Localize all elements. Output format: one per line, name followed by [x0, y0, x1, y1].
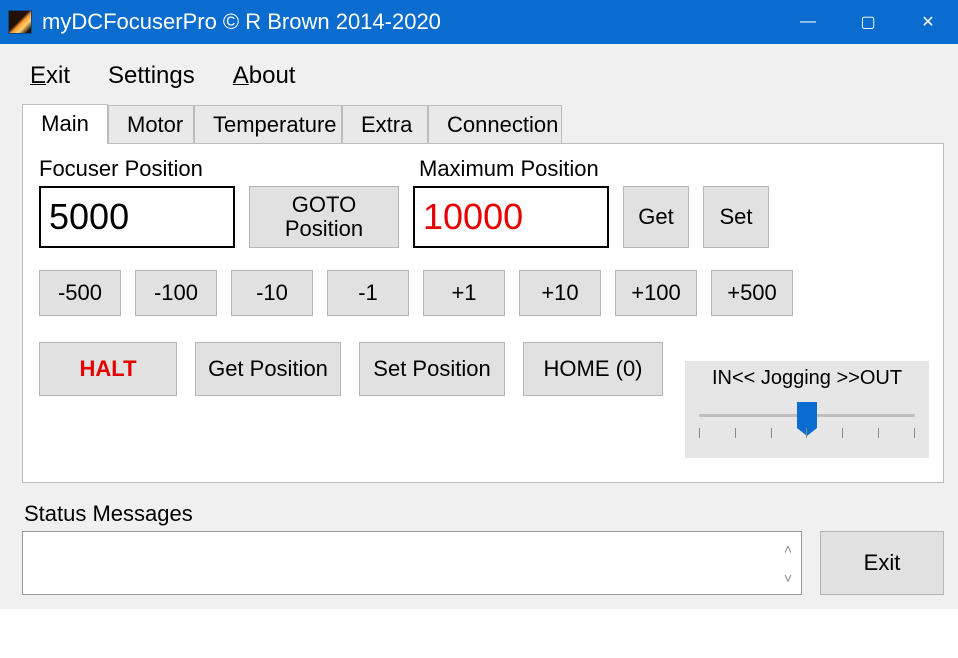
- step-plus-500-button[interactable]: +500: [711, 270, 793, 316]
- step-minus-500-button[interactable]: -500: [39, 270, 121, 316]
- set-max-button[interactable]: Set: [703, 186, 769, 248]
- status-messages-box[interactable]: ˄ ˅: [22, 531, 802, 595]
- set-position-button[interactable]: Set Position: [359, 342, 505, 396]
- focuser-position-label: Focuser Position: [39, 156, 419, 182]
- halt-button[interactable]: HALT: [39, 342, 177, 396]
- menu-about[interactable]: About: [233, 62, 296, 90]
- home-button[interactable]: HOME (0): [523, 342, 663, 396]
- get-max-button[interactable]: Get: [623, 186, 689, 248]
- minimize-button[interactable]: —: [778, 0, 838, 44]
- exit-button[interactable]: Exit: [820, 531, 944, 595]
- tab-motor[interactable]: Motor: [108, 105, 194, 144]
- status-spinner[interactable]: ˄ ˅: [777, 534, 799, 592]
- spin-down-icon[interactable]: ˅: [777, 563, 799, 592]
- focuser-position-input[interactable]: 5000: [39, 186, 235, 248]
- step-plus-100-button[interactable]: +100: [615, 270, 697, 316]
- spin-up-icon[interactable]: ˄: [777, 534, 799, 563]
- jogging-label: IN<< Jogging >>OUT: [691, 367, 923, 390]
- step-plus-10-button[interactable]: +10: [519, 270, 601, 316]
- step-minus-10-button[interactable]: -10: [231, 270, 313, 316]
- tab-connection[interactable]: Connection: [428, 105, 562, 144]
- app-icon: [8, 10, 32, 34]
- slider-ticks: [699, 428, 915, 438]
- tab-page-main: Focuser Position Maximum Position 5000 G…: [22, 143, 944, 483]
- step-minus-1-button[interactable]: -1: [327, 270, 409, 316]
- maximum-position-label: Maximum Position: [419, 156, 599, 182]
- titlebar: myDCFocuserPro © R Brown 2014-2020 — ▢ ✕: [0, 0, 958, 44]
- tab-extra[interactable]: Extra: [342, 105, 428, 144]
- window-title: myDCFocuserPro © R Brown 2014-2020: [42, 9, 441, 35]
- menubar: Exit Settings About: [22, 54, 944, 104]
- maximize-button[interactable]: ▢: [838, 0, 898, 44]
- status-messages-label: Status Messages: [24, 501, 944, 527]
- step-buttons-row: -500 -100 -10 -1 +1 +10 +100 +500: [39, 270, 927, 316]
- close-button[interactable]: ✕: [898, 0, 958, 44]
- menu-settings[interactable]: Settings: [108, 62, 195, 90]
- goto-position-button[interactable]: GOTO Position: [249, 186, 399, 248]
- jogging-panel: IN<< Jogging >>OUT: [685, 361, 929, 458]
- slider-thumb[interactable]: [797, 402, 817, 428]
- tab-strip: Main Motor Temperature Extra Connection: [22, 104, 944, 143]
- get-position-button[interactable]: Get Position: [195, 342, 341, 396]
- jogging-slider[interactable]: [691, 400, 923, 450]
- tab-temperature[interactable]: Temperature: [194, 105, 342, 144]
- step-plus-1-button[interactable]: +1: [423, 270, 505, 316]
- maximum-position-input[interactable]: 10000: [413, 186, 609, 248]
- step-minus-100-button[interactable]: -100: [135, 270, 217, 316]
- tab-main[interactable]: Main: [22, 104, 108, 143]
- menu-exit[interactable]: Exit: [30, 62, 70, 90]
